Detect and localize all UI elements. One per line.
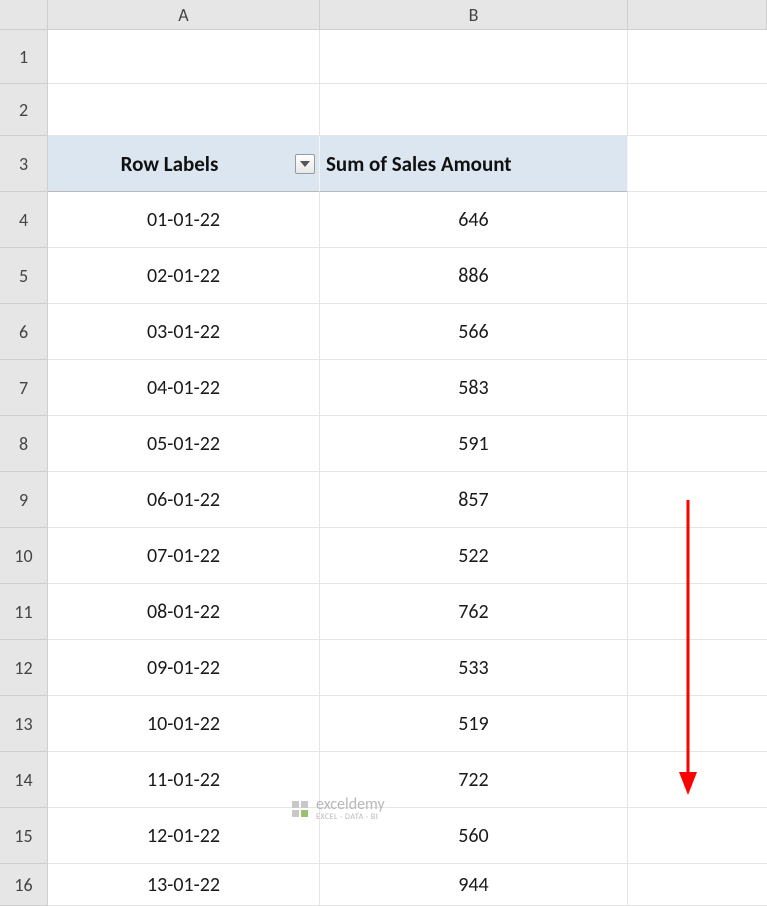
grid-row: 06-01-22857 xyxy=(48,472,767,528)
pivot-row-label[interactable]: 10-01-22 xyxy=(48,696,320,752)
grid-row: 13-01-22944 xyxy=(48,864,767,906)
row-header-9[interactable]: 9 xyxy=(0,472,48,528)
pivot-header-row-labels-text: Row Labels xyxy=(121,151,247,177)
pivot-header-sum-text: Sum of Sales Amount xyxy=(326,151,512,177)
row-header-12[interactable]: 12 xyxy=(0,640,48,696)
pivot-row-value[interactable]: 886 xyxy=(320,248,628,304)
row-header-16[interactable]: 16 xyxy=(0,864,48,906)
row-header-15[interactable]: 15 xyxy=(0,808,48,864)
grid-row: 01-01-22646 xyxy=(48,192,767,248)
grid-row: 02-01-22886 xyxy=(48,248,767,304)
column-header-a[interactable]: A xyxy=(48,0,320,30)
column-header-b[interactable]: B xyxy=(320,0,628,30)
pivot-row-value[interactable]: 857 xyxy=(320,472,628,528)
pivot-row-value[interactable]: 583 xyxy=(320,360,628,416)
pivot-row-label[interactable]: 09-01-22 xyxy=(48,640,320,696)
row-headers: 12345678910111213141516 xyxy=(0,30,48,906)
grid-row: 12-01-22560 xyxy=(48,808,767,864)
column-header-blank[interactable] xyxy=(628,0,767,30)
filter-dropdown-button[interactable] xyxy=(295,154,315,174)
cell-blank[interactable] xyxy=(628,360,767,416)
pivot-row-value[interactable]: 646 xyxy=(320,192,628,248)
row-header-8[interactable]: 8 xyxy=(0,416,48,472)
pivot-row-label[interactable]: 08-01-22 xyxy=(48,584,320,640)
pivot-row-value[interactable]: 522 xyxy=(320,528,628,584)
pivot-row-label[interactable]: 06-01-22 xyxy=(48,472,320,528)
row-header-6[interactable]: 6 xyxy=(0,304,48,360)
grid-row: 07-01-22522 xyxy=(48,528,767,584)
cell-blank[interactable] xyxy=(628,84,767,136)
row-header-1[interactable]: 1 xyxy=(0,30,48,84)
pivot-row-value[interactable]: 533 xyxy=(320,640,628,696)
grid-row: Row Labels Sum of Sales Amount xyxy=(48,136,767,192)
pivot-row-label[interactable]: 13-01-22 xyxy=(48,864,320,906)
grid-row: 04-01-22583 xyxy=(48,360,767,416)
row-header-2[interactable]: 2 xyxy=(0,84,48,136)
row-header-13[interactable]: 13 xyxy=(0,696,48,752)
cell-blank[interactable] xyxy=(628,248,767,304)
pivot-header-row-labels[interactable]: Row Labels xyxy=(48,136,320,192)
grid-row: 09-01-22533 xyxy=(48,640,767,696)
pivot-row-label[interactable]: 07-01-22 xyxy=(48,528,320,584)
pivot-row-label[interactable]: 02-01-22 xyxy=(48,248,320,304)
cell-blank[interactable] xyxy=(628,136,767,192)
pivot-row-label[interactable]: 05-01-22 xyxy=(48,416,320,472)
pivot-row-value[interactable]: 722 xyxy=(320,752,628,808)
grid-row xyxy=(48,30,767,84)
cell[interactable] xyxy=(48,84,320,136)
grid-row xyxy=(48,84,767,136)
cell-grid: Row LabelsSum of Sales Amount01-01-22646… xyxy=(48,30,767,906)
cell-blank[interactable] xyxy=(628,192,767,248)
chevron-down-icon xyxy=(300,161,310,167)
spreadsheet: AB 12345678910111213141516 Row LabelsSum… xyxy=(0,0,767,832)
pivot-row-label[interactable]: 11-01-22 xyxy=(48,752,320,808)
row-header-4[interactable]: 4 xyxy=(0,192,48,248)
row-header-10[interactable]: 10 xyxy=(0,528,48,584)
pivot-row-label[interactable]: 03-01-22 xyxy=(48,304,320,360)
scroll-down-arrow-annotation xyxy=(677,500,699,800)
pivot-row-value[interactable]: 560 xyxy=(320,808,628,864)
grid-row: 11-01-22722 xyxy=(48,752,767,808)
pivot-row-value[interactable]: 762 xyxy=(320,584,628,640)
pivot-row-label[interactable]: 12-01-22 xyxy=(48,808,320,864)
row-header-14[interactable]: 14 xyxy=(0,752,48,808)
row-header-11[interactable]: 11 xyxy=(0,584,48,640)
pivot-row-value[interactable]: 944 xyxy=(320,864,628,906)
cell[interactable] xyxy=(320,84,628,136)
cell-blank[interactable] xyxy=(628,808,767,864)
grid-row: 03-01-22566 xyxy=(48,304,767,360)
cell-blank[interactable] xyxy=(628,30,767,84)
pivot-row-label[interactable]: 04-01-22 xyxy=(48,360,320,416)
row-header-5[interactable]: 5 xyxy=(0,248,48,304)
select-all-corner[interactable] xyxy=(0,0,48,30)
row-header-3[interactable]: 3 xyxy=(0,136,48,192)
cell-blank[interactable] xyxy=(628,416,767,472)
grid-row: 08-01-22762 xyxy=(48,584,767,640)
pivot-row-value[interactable]: 591 xyxy=(320,416,628,472)
pivot-header-sum[interactable]: Sum of Sales Amount xyxy=(320,136,628,192)
grid-row: 05-01-22591 xyxy=(48,416,767,472)
pivot-row-value[interactable]: 519 xyxy=(320,696,628,752)
cell-blank[interactable] xyxy=(628,304,767,360)
cell[interactable] xyxy=(320,30,628,84)
cell[interactable] xyxy=(48,30,320,84)
pivot-row-value[interactable]: 566 xyxy=(320,304,628,360)
row-header-7[interactable]: 7 xyxy=(0,360,48,416)
column-headers: AB xyxy=(48,0,767,30)
cell-blank[interactable] xyxy=(628,864,767,906)
grid-row: 10-01-22519 xyxy=(48,696,767,752)
pivot-row-label[interactable]: 01-01-22 xyxy=(48,192,320,248)
